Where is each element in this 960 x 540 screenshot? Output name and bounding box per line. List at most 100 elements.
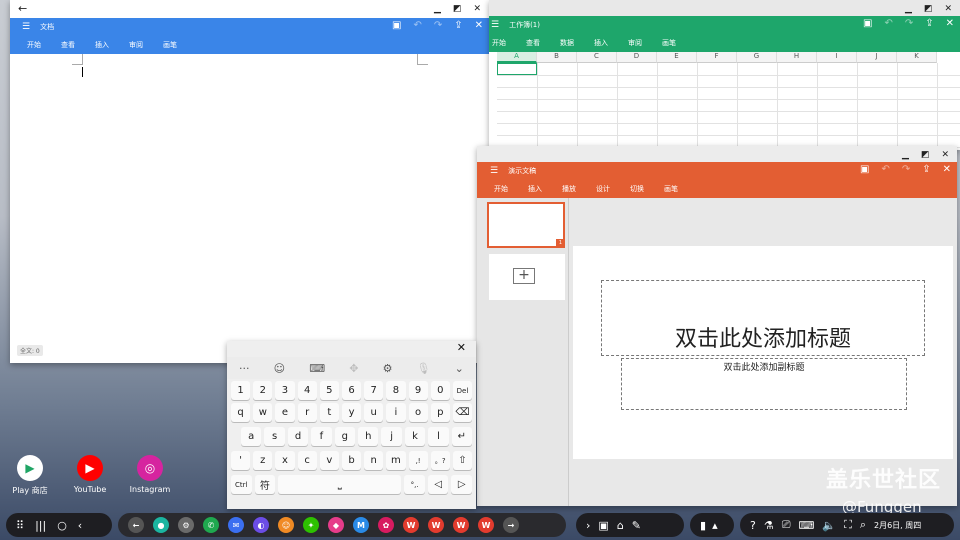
title-placeholder[interactable]: 双击此处添加标题: [601, 280, 925, 356]
chevron-down-icon[interactable]: ⌄: [455, 362, 464, 375]
add-slide-button[interactable]: +: [489, 254, 565, 300]
tab-pen[interactable]: 画笔: [662, 38, 676, 48]
close-ppt-icon[interactable]: ✕: [943, 164, 951, 175]
key[interactable]: 。?: [430, 451, 450, 470]
redo-icon[interactable]: ↷: [902, 164, 910, 175]
keyboard-icon[interactable]: ⌨: [799, 519, 815, 532]
key[interactable]: Del: [452, 381, 473, 400]
key[interactable]: g: [334, 427, 356, 446]
desktop-app-youtube[interactable]: ▶ YouTube: [60, 455, 120, 494]
gallery-icon[interactable]: ✿: [378, 517, 394, 533]
keyboard-layout-icon[interactable]: ⌨: [309, 362, 325, 375]
chevron-right-icon[interactable]: ›: [586, 519, 590, 532]
edit-icon[interactable]: ✎: [632, 519, 641, 532]
wps-icon[interactable]: W: [478, 517, 494, 533]
column-header[interactable]: G: [737, 52, 777, 63]
emoji-icon[interactable]: ☺: [274, 362, 285, 375]
phone-icon[interactable]: ✆: [203, 517, 219, 533]
redo-icon[interactable]: ↷: [434, 20, 442, 31]
volume-icon[interactable]: 🔈: [822, 519, 836, 532]
browser-icon[interactable]: ◐: [253, 517, 269, 533]
key[interactable]: ▷: [451, 475, 472, 494]
tab-review[interactable]: 审阅: [628, 38, 642, 48]
column-header[interactable]: I: [817, 52, 857, 63]
key[interactable]: 5: [319, 381, 339, 400]
close-icon[interactable]: ✕: [944, 4, 952, 14]
more-icon[interactable]: ···: [239, 362, 250, 375]
recents-icon[interactable]: |||: [35, 519, 46, 532]
key[interactable]: ⌫: [452, 403, 473, 422]
tab-home[interactable]: 开始: [27, 40, 41, 50]
forward-arrow-icon[interactable]: →: [503, 517, 519, 533]
key[interactable]: v: [319, 451, 339, 470]
key[interactable]: k: [404, 427, 426, 446]
key[interactable]: u: [364, 403, 384, 422]
tab-play[interactable]: 播放: [562, 184, 576, 194]
key[interactable]: i: [386, 403, 406, 422]
undo-icon[interactable]: ↶: [881, 164, 889, 175]
tab-insert[interactable]: 插入: [528, 184, 542, 194]
office-icon[interactable]: M: [353, 517, 369, 533]
redo-icon[interactable]: ↷: [905, 18, 913, 29]
settings-icon[interactable]: ⚙: [178, 517, 194, 533]
clipboard-icon[interactable]: ▮: [700, 519, 706, 532]
share-icon[interactable]: ⇪: [925, 18, 933, 29]
key[interactable]: ,!: [408, 451, 428, 470]
share-icon[interactable]: ⇪: [454, 20, 462, 31]
key[interactable]: 1: [231, 381, 251, 400]
key[interactable]: a: [241, 427, 262, 446]
key[interactable]: f: [311, 427, 332, 446]
save-icon[interactable]: ▣: [392, 20, 401, 31]
key[interactable]: t: [319, 403, 339, 422]
tab-data[interactable]: 数据: [560, 38, 574, 48]
key[interactable]: m: [386, 451, 406, 470]
key[interactable]: n: [364, 451, 384, 470]
presentation-window[interactable]: ▁ ◩ ✕ ☰ 演示文稿 ▣ ↶ ↷ ⇪ ✕ 开始 插入 播放 设计 切换 画笔…: [477, 146, 957, 506]
key[interactable]: 9: [408, 381, 428, 400]
cast-icon[interactable]: ⎚: [782, 518, 791, 532]
maximize-icon[interactable]: ◩: [921, 150, 930, 160]
hamburger-menu-icon[interactable]: ☰: [490, 166, 498, 176]
settings-gear-icon[interactable]: ⚙: [383, 362, 393, 375]
sheet-grid[interactable]: ABCDEFGHIJK: [497, 52, 960, 150]
back-icon[interactable]: ‹: [78, 519, 82, 532]
tab-view[interactable]: 查看: [61, 40, 75, 50]
key[interactable]: 2: [253, 381, 273, 400]
column-header[interactable]: J: [857, 52, 897, 63]
tab-home[interactable]: 开始: [494, 184, 508, 194]
close-icon[interactable]: ✕: [473, 4, 481, 14]
key[interactable]: s: [264, 427, 285, 446]
back-arrow-icon[interactable]: ←: [128, 517, 144, 533]
hamburger-menu-icon[interactable]: ☰: [22, 22, 30, 32]
minimize-icon[interactable]: ▁: [434, 4, 441, 14]
key[interactable]: o: [408, 403, 428, 422]
hamburger-menu-icon[interactable]: ☰: [491, 20, 499, 30]
close-doc-icon[interactable]: ✕: [475, 20, 483, 31]
maximize-icon[interactable]: ◩: [453, 4, 462, 14]
minimize-icon[interactable]: ▁: [905, 4, 912, 14]
column-header[interactable]: H: [777, 52, 817, 63]
key[interactable]: r: [297, 403, 317, 422]
doc-window[interactable]: ← ▁ ◩ ✕ ☰ 文档 ▣ ↶ ↷ ⇪ ✕ 开始 查看 插入 审阅 画笔 全文…: [10, 0, 489, 363]
clipboard-tray[interactable]: ▮ ▴: [690, 513, 734, 537]
key[interactable]: b: [341, 451, 362, 470]
key[interactable]: 7: [364, 381, 384, 400]
undo-icon[interactable]: ↶: [884, 18, 892, 29]
screenshot-icon[interactable]: ▣: [598, 519, 608, 532]
keyboard-close-button[interactable]: ✕: [457, 341, 466, 354]
column-header[interactable]: C: [577, 52, 617, 63]
wps-icon[interactable]: W: [403, 517, 419, 533]
selected-cell[interactable]: [497, 63, 537, 75]
key[interactable]: ': [231, 451, 251, 470]
maximize-icon[interactable]: ◩: [924, 4, 933, 14]
home-icon[interactable]: ○: [57, 519, 67, 532]
close-sheet-icon[interactable]: ✕: [946, 18, 954, 29]
column-header[interactable]: F: [697, 52, 737, 63]
column-header[interactable]: E: [657, 52, 697, 63]
column-header[interactable]: K: [897, 52, 937, 63]
caret-up-icon[interactable]: ▴: [712, 519, 718, 532]
doc-page[interactable]: 全文: 0: [10, 54, 489, 363]
doc-titlebar[interactable]: ← ▁ ◩ ✕: [10, 0, 489, 18]
move-icon[interactable]: ✥: [349, 362, 358, 375]
desktop-app-play-store[interactable]: ▶ Play 商店: [0, 455, 60, 496]
